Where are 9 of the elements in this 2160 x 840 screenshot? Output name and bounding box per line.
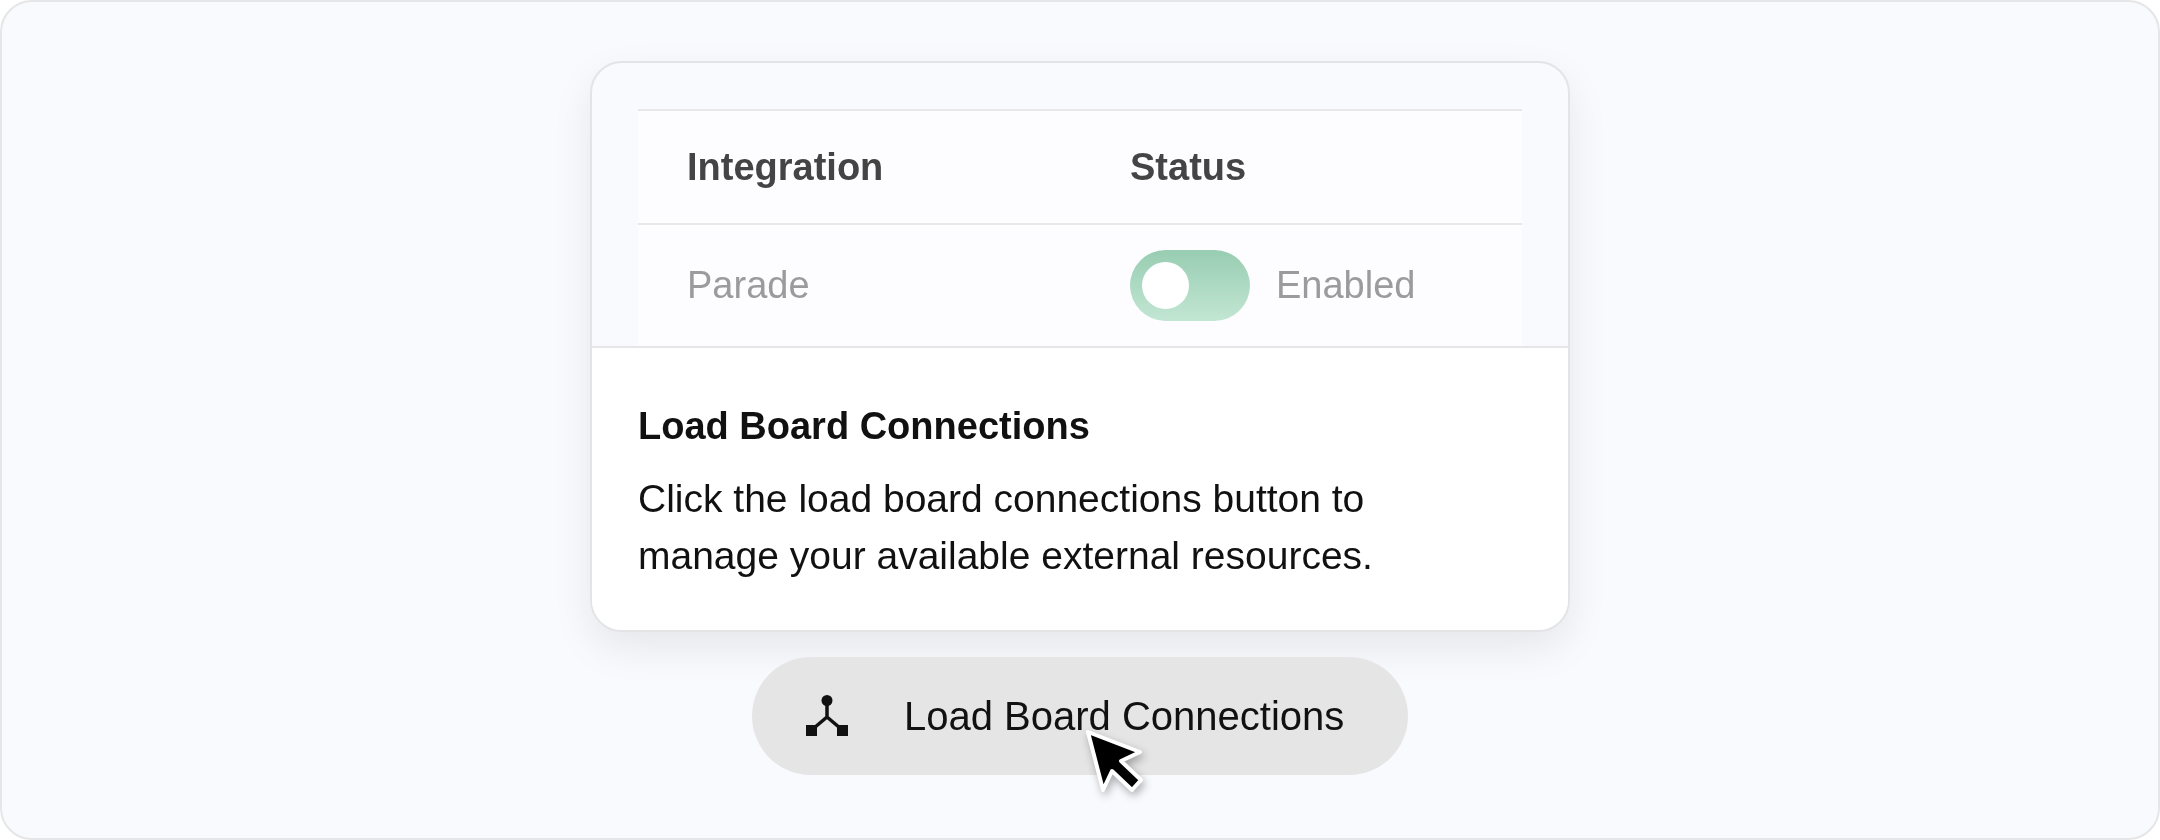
status-label: Enabled (1276, 263, 1416, 308)
info-title: Load Board Connections (638, 404, 1091, 449)
toggle-knob (1142, 262, 1189, 309)
column-header: Status (1130, 144, 1247, 190)
load-board-connections-button[interactable]: Load Board Connections (752, 657, 1408, 775)
hierarchy-icon (806, 695, 848, 737)
table-cell-text: Parade (687, 263, 810, 308)
info-text: Click the load board connections button to manage your available external resources. (638, 476, 1374, 579)
column-header: Integration (687, 144, 884, 190)
